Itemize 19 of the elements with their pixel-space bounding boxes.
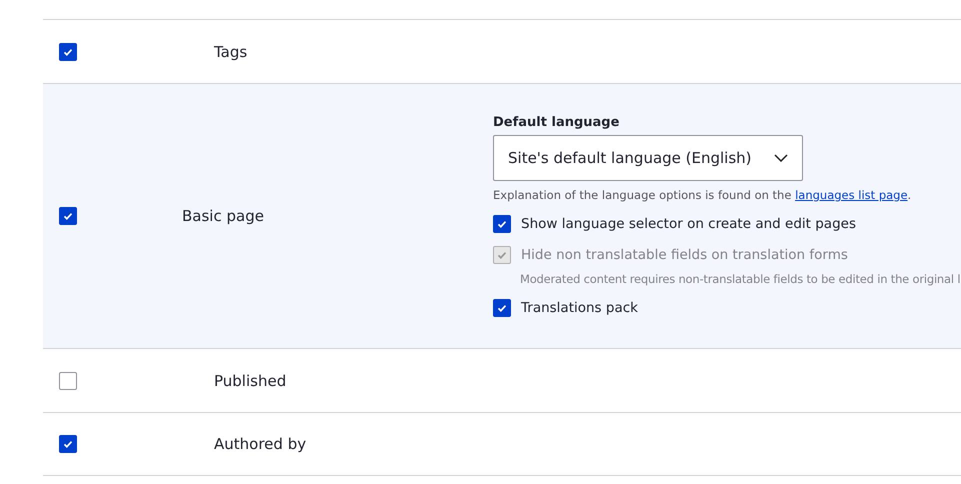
row-label: Published (214, 372, 286, 390)
languages-link[interactable]: languages list page (795, 188, 908, 202)
help-text: Explanation of the language options is found on the languages list page. (493, 188, 912, 202)
option-description: Moderated content requires non-translatable fields to be edited in the original l (519, 272, 960, 286)
option-label: Hide non translatable fields on translation forms (521, 247, 848, 263)
checkbox[interactable] (59, 435, 77, 453)
checkbox[interactable] (493, 299, 511, 317)
select-label: Default language (493, 115, 620, 130)
language-select[interactable]: Site's default language (English) (493, 135, 803, 181)
row-label: Tags (214, 42, 248, 60)
checkbox[interactable] (493, 215, 511, 233)
row-label: Basic page (182, 207, 264, 225)
checkbox[interactable] (59, 42, 77, 60)
row-label: Authored by (214, 435, 306, 453)
checkbox[interactable] (59, 372, 77, 390)
option-label: Show language selector on create and edit pages (521, 216, 856, 232)
option-label: Translations pack (521, 300, 638, 316)
checkbox[interactable] (59, 207, 77, 225)
chevron-down-icon (774, 154, 788, 162)
